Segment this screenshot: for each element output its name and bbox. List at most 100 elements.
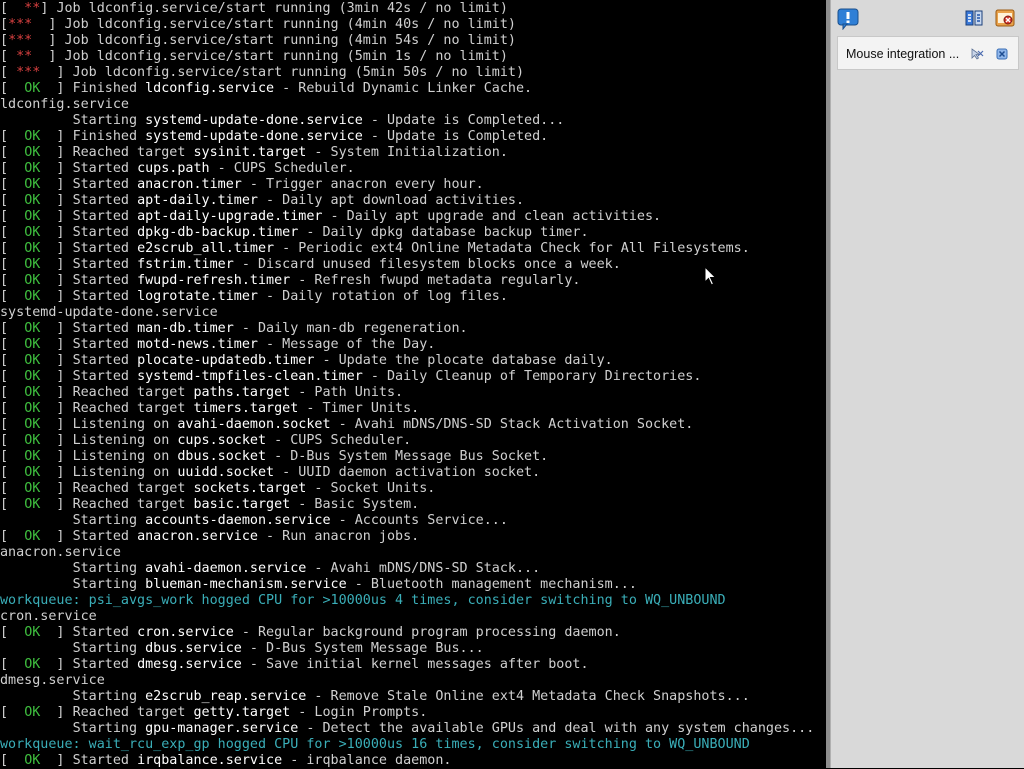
console-line: [ OK ] Listening on cups.socket - CUPS S… bbox=[0, 433, 412, 448]
unit-description: - Run anacron jobs. bbox=[258, 529, 420, 544]
ok-status: OK bbox=[24, 657, 41, 672]
log-verb: Listening on bbox=[72, 433, 178, 448]
log-verb: Finished bbox=[72, 81, 146, 96]
unit-name: motd-news.timer bbox=[137, 337, 258, 352]
mouse-pointer-icon[interactable] bbox=[971, 48, 984, 60]
console-line: [ **] Job ldconfig.service/start running… bbox=[0, 1, 508, 16]
unit-description: - Basic System. bbox=[290, 497, 420, 512]
unit-description: - Update is Completed. bbox=[362, 129, 549, 144]
unit-description: - Save initial kernel messages after boo… bbox=[241, 657, 589, 672]
unit-description: - Daily dpkg database backup timer. bbox=[298, 225, 589, 240]
unit-description: - D-Bus System Message Bus... bbox=[241, 641, 484, 656]
console-line: [ OK ] Finished ldconfig.service - Rebui… bbox=[0, 81, 533, 96]
console-line: Starting accounts-daemon.service - Accou… bbox=[0, 513, 826, 529]
unit-description: - Daily apt download activities. bbox=[258, 193, 525, 208]
console-line: [ OK ] Reached target sockets.target - S… bbox=[0, 481, 436, 496]
ok-status: OK bbox=[24, 529, 41, 544]
console-line: [ OK ] Reached target sysinit.target - S… bbox=[0, 145, 508, 160]
unit-name: basic.target bbox=[193, 497, 291, 512]
ok-status: OK bbox=[24, 225, 41, 240]
help-balloon-icon[interactable] bbox=[837, 8, 859, 30]
ok-status: OK bbox=[24, 369, 41, 384]
unit-name: sysinit.target bbox=[193, 145, 307, 160]
log-verb: Starting bbox=[72, 721, 146, 736]
unit-description: - Message of the Day. bbox=[258, 337, 436, 352]
log-verb: Starting bbox=[72, 513, 146, 528]
ok-status: OK bbox=[24, 753, 41, 768]
mouse-integration-notification[interactable]: Mouse integration ... bbox=[837, 36, 1019, 70]
console-line: [ OK ] Started logrotate.timer - Daily r… bbox=[0, 289, 508, 304]
console-line: [ OK ] Started apt-daily.timer - Daily a… bbox=[0, 193, 525, 208]
unit-description: - Regular background program processing … bbox=[233, 625, 621, 640]
unit-description: - Update is Completed... bbox=[362, 113, 565, 128]
unit-description: - Refresh fwupd metadata regularly. bbox=[290, 273, 581, 288]
unit-name: cups.path bbox=[137, 161, 210, 176]
ok-status: OK bbox=[24, 177, 41, 192]
log-verb: Starting bbox=[72, 577, 146, 592]
boot-console: [ **] Job ldconfig.service/start running… bbox=[0, 0, 826, 769]
unit-name: avahi-daemon.service bbox=[145, 561, 307, 576]
log-verb: Starting bbox=[72, 113, 146, 128]
log-verb: Reached target bbox=[72, 481, 194, 496]
log-verb: Started bbox=[72, 193, 138, 208]
close-vm-icon[interactable] bbox=[995, 9, 1015, 27]
console-line: systemd-update-done.service bbox=[0, 305, 826, 321]
log-verb: Started bbox=[72, 225, 138, 240]
unit-description: - Avahi mDNS/DNS-SD Stack Activation Soc… bbox=[330, 417, 694, 432]
log-verb: Starting bbox=[72, 561, 146, 576]
log-verb: Started bbox=[72, 241, 138, 256]
unit-name: anacron.timer bbox=[137, 177, 242, 192]
ok-status: OK bbox=[24, 337, 41, 352]
console-line: [ OK ] Started apt-daily-upgrade.timer -… bbox=[0, 209, 662, 224]
console-text: ldconfig.service bbox=[0, 97, 129, 112]
ok-status: OK bbox=[24, 705, 41, 720]
log-verb: Started bbox=[72, 657, 138, 672]
unit-name: timers.target bbox=[193, 401, 299, 416]
log-verb: Started bbox=[72, 289, 138, 304]
ok-status: OK bbox=[24, 273, 41, 288]
unit-description: - irqbalance daemon. bbox=[282, 753, 452, 768]
ok-status: OK bbox=[24, 465, 41, 480]
console-line: [*** ] Job ldconfig.service/start runnin… bbox=[0, 17, 516, 32]
unit-name: logrotate.timer bbox=[137, 289, 258, 304]
console-text: systemd-update-done.service bbox=[0, 305, 218, 320]
console-text: dmesg.service bbox=[0, 673, 105, 688]
ok-status: OK bbox=[24, 161, 41, 176]
console-line: [ ** ] Job ldconfig.service/start runnin… bbox=[0, 49, 508, 64]
console-line: [ OK ] Started systemd-tmpfiles-clean.ti… bbox=[0, 369, 702, 384]
console-line: [ OK ] Listening on uuidd.socket - UUID … bbox=[0, 465, 541, 480]
console-line: [ OK ] Reached target getty.target - Log… bbox=[0, 705, 428, 720]
console-text: anacron.service bbox=[0, 545, 121, 560]
unit-description: - Discard unused filesystem blocks once … bbox=[233, 257, 621, 272]
console-line: [ OK ] Reached target paths.target - Pat… bbox=[0, 385, 404, 400]
vm-status-sidebar: Mouse integration ... bbox=[826, 0, 1024, 768]
console-line: [ OK ] Started dmesg.service - Save init… bbox=[0, 657, 589, 672]
unit-description: - Avahi mDNS/DNS-SD Stack... bbox=[306, 561, 541, 576]
log-verb: Started bbox=[72, 625, 138, 640]
console-line: [ OK ] Started man-db.timer - Daily man-… bbox=[0, 321, 468, 336]
unit-name: e2scrub_all.timer bbox=[137, 241, 275, 256]
unit-description: - Remove Stale Online ext4 Metadata Chec… bbox=[306, 689, 750, 704]
unit-name: systemd-tmpfiles-clean.timer bbox=[137, 369, 363, 384]
unit-description: - Accounts Service... bbox=[330, 513, 508, 528]
job-message: Job ldconfig.service/start running (3min… bbox=[56, 1, 508, 16]
seamless-mode-icon[interactable] bbox=[965, 9, 983, 27]
log-verb: Started bbox=[72, 273, 138, 288]
unit-name: paths.target bbox=[193, 385, 291, 400]
ok-status: OK bbox=[24, 321, 41, 336]
console-line: [ *** ] Job ldconfig.service/start runni… bbox=[0, 65, 525, 80]
unit-description: - D-Bus System Message Bus Socket. bbox=[266, 449, 549, 464]
unit-description: - Login Prompts. bbox=[290, 705, 428, 720]
job-spinner: *** bbox=[8, 65, 57, 80]
job-message: Job ldconfig.service/start running (4min… bbox=[64, 33, 516, 48]
console-line: [ OK ] Started fstrim.timer - Discard un… bbox=[0, 257, 621, 272]
close-icon[interactable] bbox=[996, 48, 1008, 60]
console-line: [ OK ] Started dpkg-db-backup.timer - Da… bbox=[0, 225, 589, 240]
console-line: cron.service bbox=[0, 609, 826, 625]
unit-name: cron.service bbox=[137, 625, 234, 640]
log-verb: Started bbox=[72, 161, 138, 176]
console-line: workqueue: wait_rcu_exp_gp hogged CPU fo… bbox=[0, 737, 826, 753]
unit-name: systemd-update-done.service bbox=[145, 113, 363, 128]
console-line: [ OK ] Started plocate-updatedb.timer - … bbox=[0, 353, 613, 368]
ok-status: OK bbox=[24, 289, 41, 304]
